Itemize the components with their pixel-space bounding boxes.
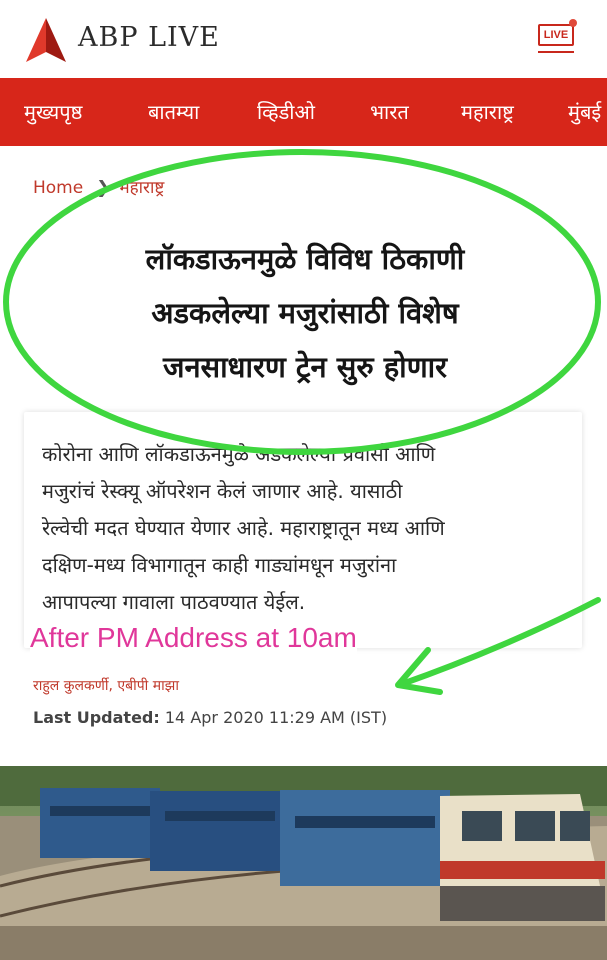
nav-item-home[interactable]: मुख्यपृष्ठ (24, 98, 82, 125)
last-updated: Last Updated: 14 Apr 2020 11:29 AM (IST) (33, 708, 387, 727)
breadcrumb-current[interactable]: महाराष्ट्र (119, 178, 164, 198)
nav-item-news[interactable]: बातम्या (148, 98, 199, 125)
live-label: LIVE (538, 24, 574, 46)
handwritten-annotation: After PM Address at 10am (30, 622, 357, 654)
article-author[interactable]: राहुल कुलकर्णी, एबीपी माझा (33, 676, 179, 695)
article-summary-card: कोरोना आणि लॉकडाऊनमुळे अडकलेल्या प्रवासी… (24, 412, 582, 648)
article-summary: कोरोना आणि लॉकडाऊनमुळे अडकलेल्या प्रवासी… (42, 436, 562, 621)
headline-line: लॉकडाऊनमुळे विविध ठिकाणी (145, 242, 465, 276)
breadcrumb: Home ❯ महाराष्ट्र (33, 175, 164, 198)
live-underline (538, 51, 574, 53)
main-nav: मुख्यपृष्ठ बातम्या व्हिडीओ भारत महाराष्ट… (0, 78, 607, 146)
live-dot-icon (569, 19, 577, 27)
abp-logo-icon[interactable] (24, 18, 68, 62)
breadcrumb-home[interactable]: Home (33, 178, 83, 198)
nav-item-maharashtra[interactable]: महाराष्ट्र (461, 98, 514, 125)
nav-item-india[interactable]: भारत (370, 98, 409, 125)
train-photo (0, 766, 607, 960)
site-header: ABP LIVE LIVE (0, 0, 607, 78)
summary-line: रेल्वेची मदत घेण्यात येणार आहे. महाराष्ट… (42, 516, 445, 540)
headline-line: जनसाधारण ट्रेन सुरु होणार (162, 350, 448, 384)
headline-line: अडकलेल्या मजुरांसाठी विशेष (151, 296, 459, 330)
summary-line: मजुरांचं रेस्क्यू ऑपरेशन केलं जाणार आहे.… (42, 479, 403, 503)
summary-line: कोरोना आणि लॉकडाऊनमुळे अडकलेल्या प्रवासी… (42, 442, 436, 466)
nav-item-mumbai[interactable]: मुंबई (568, 98, 601, 125)
brand-name[interactable]: ABP LIVE (78, 22, 220, 53)
live-tv-button[interactable]: LIVE (536, 18, 580, 58)
summary-line: आपापल्या गावाला पाठवण्यात येईल. (42, 590, 306, 614)
article-headline: लॉकडाऊनमुळे विविध ठिकाणी अडकलेल्या मजुरा… (60, 232, 550, 394)
chevron-right-icon: ❯ (96, 178, 111, 198)
green-arrow-head (395, 647, 443, 695)
last-updated-value: 14 Apr 2020 11:29 AM (IST) (164, 708, 388, 727)
last-updated-label: Last Updated: (33, 708, 160, 727)
nav-item-videos[interactable]: व्हिडीओ (257, 98, 315, 125)
summary-line: दक्षिण-मध्य विभागातून काही गाड्यांमधून म… (42, 553, 397, 577)
